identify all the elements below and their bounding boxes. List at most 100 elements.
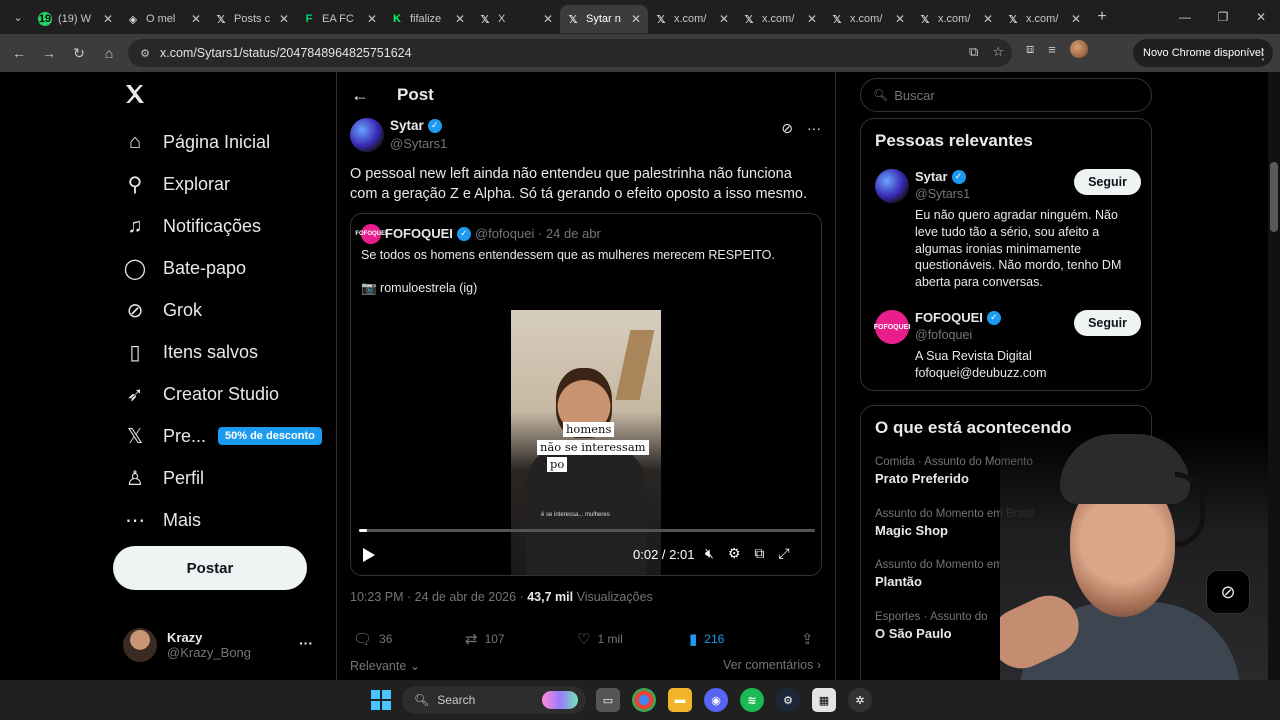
address-bar[interactable]: ⚙ x.com/Sytars1/status/20478489648257516… — [128, 39, 1012, 67]
spotify-icon[interactable]: ≋ — [740, 688, 764, 712]
browser-tab[interactable]: 𝕏x.com/ ✕ — [1000, 5, 1088, 33]
browser-tab[interactable]: 𝕏 X ✕ — [472, 5, 560, 33]
video-progress-bar[interactable] — [359, 529, 815, 532]
author-handle[interactable]: @Sytars1 — [390, 136, 447, 151]
extensions-icon[interactable]: ⧈ — [1026, 41, 1034, 57]
browser-tab[interactable]: 19 (19) W ✕ — [32, 5, 120, 33]
install-app-icon[interactable]: ⧉ — [969, 44, 978, 60]
close-icon[interactable]: ✕ — [542, 12, 554, 26]
play-icon[interactable] — [363, 548, 375, 562]
sort-dropdown[interactable]: Relevante ⌄ — [350, 658, 420, 673]
folder-icon[interactable]: ▬ — [668, 688, 692, 712]
bookmark-button[interactable]: ▮ 216 — [689, 630, 724, 648]
steam-icon[interactable]: ⚙ — [776, 688, 800, 712]
chrome-menu-icon[interactable]: ⋮ — [1256, 46, 1270, 63]
close-icon[interactable]: ✕ — [718, 12, 730, 26]
close-icon[interactable]: ✕ — [630, 12, 642, 26]
grok-icon[interactable]: ⊘ — [781, 120, 793, 137]
verified-icon: ✓ — [986, 310, 1001, 325]
person-item[interactable]: Sytar ✓ @Sytars1 Eu não quero agradar nin… — [875, 169, 1141, 299]
nav-item-notifications[interactable]: ♫ Notificações — [123, 211, 262, 241]
follow-button[interactable]: Seguir — [1074, 310, 1141, 336]
page-scrollbar[interactable] — [1268, 72, 1280, 680]
follow-button[interactable]: Seguir — [1074, 169, 1141, 195]
site-info-icon[interactable]: ⚙ — [138, 46, 152, 60]
repost-button[interactable]: ⇄ 107 — [465, 630, 505, 648]
reply-button[interactable]: 🗨︎ 36 — [353, 630, 392, 648]
fullscreen-icon[interactable]: ⤢ — [778, 545, 789, 562]
chrome-icon[interactable] — [632, 688, 656, 712]
close-icon[interactable]: ✕ — [1070, 12, 1082, 26]
nav-item-chat[interactable]: ◯ Bate-papo — [123, 253, 246, 283]
profile-avatar[interactable] — [1069, 40, 1088, 58]
author-avatar[interactable] — [350, 118, 384, 152]
nav-item-premium[interactable]: 𝕏 Pre... 50% de desconto — [123, 421, 322, 451]
person-item[interactable]: FOFOQUEI FOFOQUEI ✓ @fofoquei A Sua Revis… — [874, 310, 1141, 390]
see-comments-link[interactable]: Ver comentários › — [723, 658, 821, 672]
nav-item-bookmarks[interactable]: ▯ Itens salvos — [123, 337, 258, 367]
start-button[interactable] — [371, 690, 391, 710]
more-icon[interactable]: ··· — [299, 635, 313, 651]
browser-tab[interactable]: 𝕏 Posts c ✕ — [208, 5, 296, 33]
chrome-update-button[interactable]: Novo Chrome disponível — [1133, 39, 1274, 67]
search-input[interactable]: 🔍︎ Buscar — [860, 78, 1152, 112]
minimize-button[interactable]: — — [1166, 0, 1204, 34]
more-icon[interactable]: ··· — [807, 120, 821, 137]
back-arrow-icon[interactable]: ← — [351, 85, 371, 106]
close-icon[interactable]: ✕ — [894, 12, 906, 26]
account-switcher[interactable]: Krazy @Krazy_Bong ··· — [123, 625, 323, 665]
x-logo-icon[interactable] — [123, 82, 147, 106]
browser-tab[interactable]: ◈ O mel ✕ — [120, 5, 208, 33]
browser-tab[interactable]: Kfifalize ✕ — [384, 5, 472, 33]
app-icon[interactable]: ▦ — [812, 688, 836, 712]
close-icon[interactable]: ✕ — [454, 12, 466, 26]
scrollbar-thumb[interactable] — [1270, 162, 1278, 232]
close-icon[interactable]: ✕ — [806, 12, 818, 26]
nav-item-profile[interactable]: ♙ Perfil — [123, 463, 204, 493]
close-icon[interactable]: ✕ — [190, 12, 202, 26]
new-tab-button[interactable]: + — [1088, 3, 1116, 31]
video-player[interactable]: homens não se interessam po é se interes… — [351, 310, 821, 575]
browser-tab[interactable]: F EA FC ✕ — [296, 5, 384, 33]
browser-tab[interactable]: 𝕏x.com/ ✕ — [648, 5, 736, 33]
home-button[interactable]: ⌂ — [94, 38, 124, 68]
grok-fab-button[interactable]: ⊘ — [1206, 570, 1250, 614]
media-control-icon[interactable]: ≡ — [1048, 42, 1056, 57]
close-icon[interactable]: ✕ — [102, 12, 114, 26]
nav-item-grok[interactable]: ⊘ Grok — [123, 295, 202, 325]
author-name[interactable]: Sytar ✓ — [390, 118, 442, 133]
discord-icon[interactable]: ◉ — [704, 688, 728, 712]
nav-item-home[interactable]: ⌂ Página Inicial — [123, 127, 270, 157]
nav-item-creator-studio[interactable]: ➶ Creator Studio — [123, 379, 279, 409]
person-icon: ♙ — [126, 467, 144, 490]
quoted-post[interactable]: FOFOQUEI FOFOQUEI ✓ @fofoquei · 24 de ab… — [350, 213, 822, 576]
browser-tab[interactable]: 𝕏x.com/ ✕ — [736, 5, 824, 33]
nav-item-more[interactable]: ⋯ Mais — [123, 505, 201, 535]
search-icon: 🔍︎ — [873, 88, 889, 102]
close-icon[interactable]: ✕ — [982, 12, 994, 26]
close-window-button[interactable]: ✕ — [1242, 0, 1280, 34]
share-button[interactable]: ⇪ — [801, 630, 814, 648]
file-explorer-icon[interactable]: ▭ — [596, 688, 620, 712]
reload-button[interactable]: ↻ — [64, 38, 94, 68]
bookmark-star-icon[interactable]: ☆ — [992, 44, 1004, 60]
back-button[interactable]: ← — [4, 38, 34, 68]
tab-search-button[interactable]: ⌄ — [4, 6, 32, 28]
browser-tab[interactable]: 𝕏x.com/ ✕ — [912, 5, 1000, 33]
pip-icon[interactable]: ⧉ — [754, 545, 764, 562]
taskbar-search[interactable]: 🔍︎ Search — [402, 686, 586, 714]
rocket-icon: ➶ — [126, 383, 144, 406]
mute-icon[interactable]: 🔇︎ — [705, 545, 714, 562]
close-icon[interactable]: ✕ — [278, 12, 290, 26]
post-button[interactable]: Postar — [113, 546, 307, 590]
like-button[interactable]: ♡ 1 mil — [577, 630, 623, 648]
settings-icon[interactable]: ⚙ — [728, 545, 741, 562]
settings-icon[interactable]: ✲ — [848, 688, 872, 712]
browser-tab[interactable]: 𝕏 Sytar n ✕ — [560, 5, 648, 33]
close-icon[interactable]: ✕ — [366, 12, 378, 26]
tab-title: Posts c — [234, 13, 271, 25]
restore-button[interactable]: ❐ — [1204, 0, 1242, 34]
nav-item-explore[interactable]: ⚲ Explorar — [123, 169, 230, 199]
forward-button[interactable]: → — [34, 38, 64, 68]
browser-tab[interactable]: 𝕏x.com/ ✕ — [824, 5, 912, 33]
